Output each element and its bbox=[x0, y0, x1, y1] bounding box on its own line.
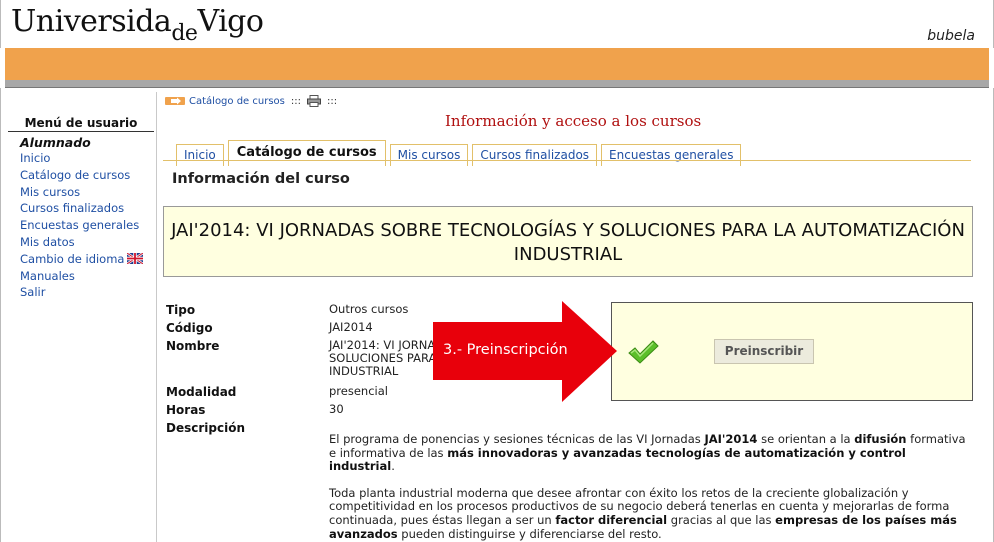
uk-flag-icon[interactable] bbox=[127, 252, 144, 264]
brand-name: bubela bbox=[927, 28, 975, 44]
codigo-value: JAI2014 bbox=[329, 320, 373, 334]
nombre-line-1: JAI'2014: VI JORNA bbox=[329, 338, 436, 352]
course-title-box: JAI'2014: VI JORNADAS SOBRE TECNOLOGÍAS … bbox=[163, 206, 973, 277]
sidebar-item-manuales[interactable]: Manuales bbox=[8, 268, 158, 285]
user-role: Alumnado bbox=[20, 135, 91, 150]
desc-p2-text-3: pueden distinguirse y diferenciarse del … bbox=[397, 526, 662, 541]
descripcion-label: Descripción bbox=[166, 421, 245, 435]
logo-text-1: Universida bbox=[11, 4, 172, 39]
horas-label: Horas bbox=[166, 403, 206, 417]
sidebar-item-mis-datos[interactable]: Mis datos bbox=[8, 234, 158, 251]
university-logo[interactable]: UniversidadeVigo bbox=[11, 4, 264, 46]
course-description: El programa de ponencias y sesiones técn… bbox=[329, 432, 974, 542]
tab-encuestas-generales[interactable]: Encuestas generales bbox=[601, 144, 742, 166]
sidebar-item-inicio[interactable]: Inicio bbox=[8, 150, 158, 167]
user-menu: Menú de usuario Alumnado Inicio Catálogo… bbox=[8, 112, 158, 301]
site-header: UniversidadeVigo bubela bbox=[0, 0, 994, 48]
codigo-label: Código bbox=[166, 321, 213, 335]
cambio-idioma-label: Cambio de idioma bbox=[20, 251, 125, 266]
logo-text-de: de bbox=[171, 21, 198, 46]
nombre-label: Nombre bbox=[166, 339, 220, 353]
printer-icon[interactable] bbox=[306, 95, 321, 107]
description-paragraph-1: El programa de ponencias y sesiones técn… bbox=[329, 432, 974, 474]
desc-p1-bold-1: JAI'2014 bbox=[704, 432, 758, 446]
arrow-icon bbox=[165, 97, 185, 105]
sidebar-item-catalogo[interactable]: Catálogo de cursos bbox=[8, 167, 158, 184]
desc-p1-text-1: El programa de ponencias y sesiones técn… bbox=[329, 432, 705, 446]
menu-title: Menú de usuario bbox=[8, 112, 154, 132]
course-title-line-1: JAI'2014: VI JORNADAS SOBRE TECNOLOGÍAS … bbox=[171, 220, 965, 241]
course-title-line-2: INDUSTRIAL bbox=[513, 244, 623, 265]
frame-border-left bbox=[0, 88, 1, 542]
desc-p1-text-4: . bbox=[391, 459, 395, 474]
nombre-line-3: INDUSTRIAL bbox=[329, 364, 399, 378]
sidebar-item-cursos-finalizados[interactable]: Cursos finalizados bbox=[8, 200, 158, 217]
checkmark-icon bbox=[628, 340, 659, 364]
nombre-line-2: SOLUCIONES PARA bbox=[329, 351, 437, 365]
desc-p1-text-2: se orientan a la bbox=[757, 432, 855, 446]
desc-p2-bold-1: factor diferencial bbox=[555, 512, 668, 527]
sidebar-item-mis-cursos[interactable]: Mis cursos bbox=[8, 184, 158, 201]
sidebar-item-cambio-idioma[interactable]: Cambio de idioma bbox=[8, 251, 158, 268]
desc-p1-bold-2: difusión bbox=[854, 432, 907, 446]
description-paragraph-2: Toda planta industrial moderna que desee… bbox=[329, 486, 974, 541]
sidebar-item-salir[interactable]: Salir bbox=[8, 284, 158, 301]
breadcrumb-separator-2: ::: bbox=[326, 95, 338, 107]
tab-mis-cursos[interactable]: Mis cursos bbox=[389, 144, 469, 166]
modalidad-value: presencial bbox=[329, 384, 388, 398]
tab-catalogo-active[interactable]: Catálogo de cursos bbox=[227, 140, 386, 166]
sidebar-divider bbox=[156, 92, 157, 542]
section-title: Información del curso bbox=[172, 171, 350, 187]
tab-bar: Inicio Catálogo de cursos Mis cursos Cur… bbox=[176, 138, 745, 166]
logo-text-2: Vigo bbox=[197, 4, 264, 39]
horas-value: 30 bbox=[329, 402, 344, 416]
tab-underline bbox=[163, 160, 971, 161]
desc-p2-text-2: gracias al que las bbox=[667, 512, 776, 527]
sidebar-item-encuestas[interactable]: Encuestas generales bbox=[8, 217, 158, 234]
tipo-value: Outros cursos bbox=[329, 302, 409, 316]
breadcrumb-link[interactable]: Catálogo de cursos bbox=[189, 96, 285, 107]
tab-inicio[interactable]: Inicio bbox=[176, 144, 224, 166]
breadcrumb-separator: ::: bbox=[290, 95, 301, 107]
page-heading: Información y acceso a los cursos bbox=[445, 112, 702, 130]
tab-cursos-finalizados[interactable]: Cursos finalizados bbox=[472, 144, 598, 166]
modalidad-label: Modalidad bbox=[166, 385, 237, 399]
callout-label: 3.- Preinscripción bbox=[443, 342, 568, 358]
tipo-label: Tipo bbox=[166, 303, 196, 317]
preinscribir-button[interactable]: Preinscribir bbox=[714, 339, 814, 364]
breadcrumb: Catálogo de cursos ::: ::: bbox=[165, 95, 343, 107]
preinscription-panel: Preinscribir bbox=[611, 302, 973, 401]
grey-divider bbox=[5, 80, 989, 88]
nombre-value: JAI'2014: VI JORNA SOLUCIONES PARA INDUSTR… bbox=[329, 339, 436, 378]
orange-banner bbox=[5, 48, 989, 80]
